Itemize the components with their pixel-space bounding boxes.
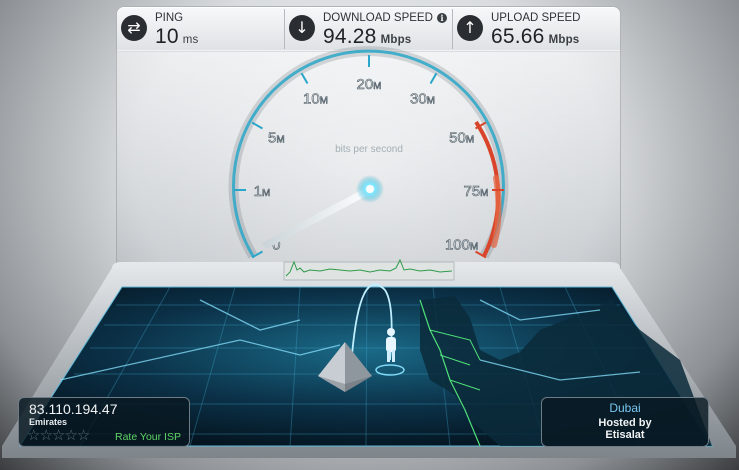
gauge-tick-label: 1M (254, 183, 271, 200)
isp-rating-stars[interactable]: ☆☆☆☆☆ (27, 426, 90, 444)
isp-info-panel: 83.110.194.47 Emirates ☆☆☆☆☆ Rate Your I… (18, 397, 190, 447)
gauge-caption: bits per second (335, 144, 403, 155)
gauge-tick-label: 50M (449, 130, 474, 147)
hosted-by-label: Hosted by (598, 417, 652, 429)
star-icon[interactable]: ☆ (77, 426, 90, 444)
server-city[interactable]: Dubai (542, 401, 708, 415)
ip-address: 83.110.194.47 (29, 401, 118, 417)
gauge-tick-label: 5M (268, 130, 285, 147)
gauge-tick (300, 72, 309, 84)
gauge-tick-label: 10M (303, 90, 328, 107)
gauge-redline-bar (491, 175, 502, 248)
gauge-tick-label: 100M (445, 237, 478, 254)
speed-graph (283, 258, 455, 281)
star-icon[interactable]: ☆ (52, 426, 65, 444)
star-icon[interactable]: ☆ (64, 426, 77, 444)
server-info-panel[interactable]: Dubai Hosted by Etisalat (541, 397, 709, 447)
speed-gauge: 01M5M10M20M30M50M75M100M bits per second (228, 46, 509, 259)
server-host: Hosted by Etisalat (542, 417, 708, 441)
gauge-tick-label: 30M (410, 90, 435, 107)
gauge-tick-label: 75M (463, 183, 488, 200)
gauge-tick (251, 121, 263, 130)
gauge-tick-label: 20M (356, 76, 381, 93)
star-icon[interactable]: ☆ (27, 426, 40, 444)
gauge-needle (262, 186, 372, 249)
rate-isp-link[interactable]: Rate Your ISP (115, 431, 181, 443)
gauge-tick (429, 72, 438, 84)
host-name: Etisalat (605, 429, 645, 441)
star-icon[interactable]: ☆ (39, 426, 52, 444)
